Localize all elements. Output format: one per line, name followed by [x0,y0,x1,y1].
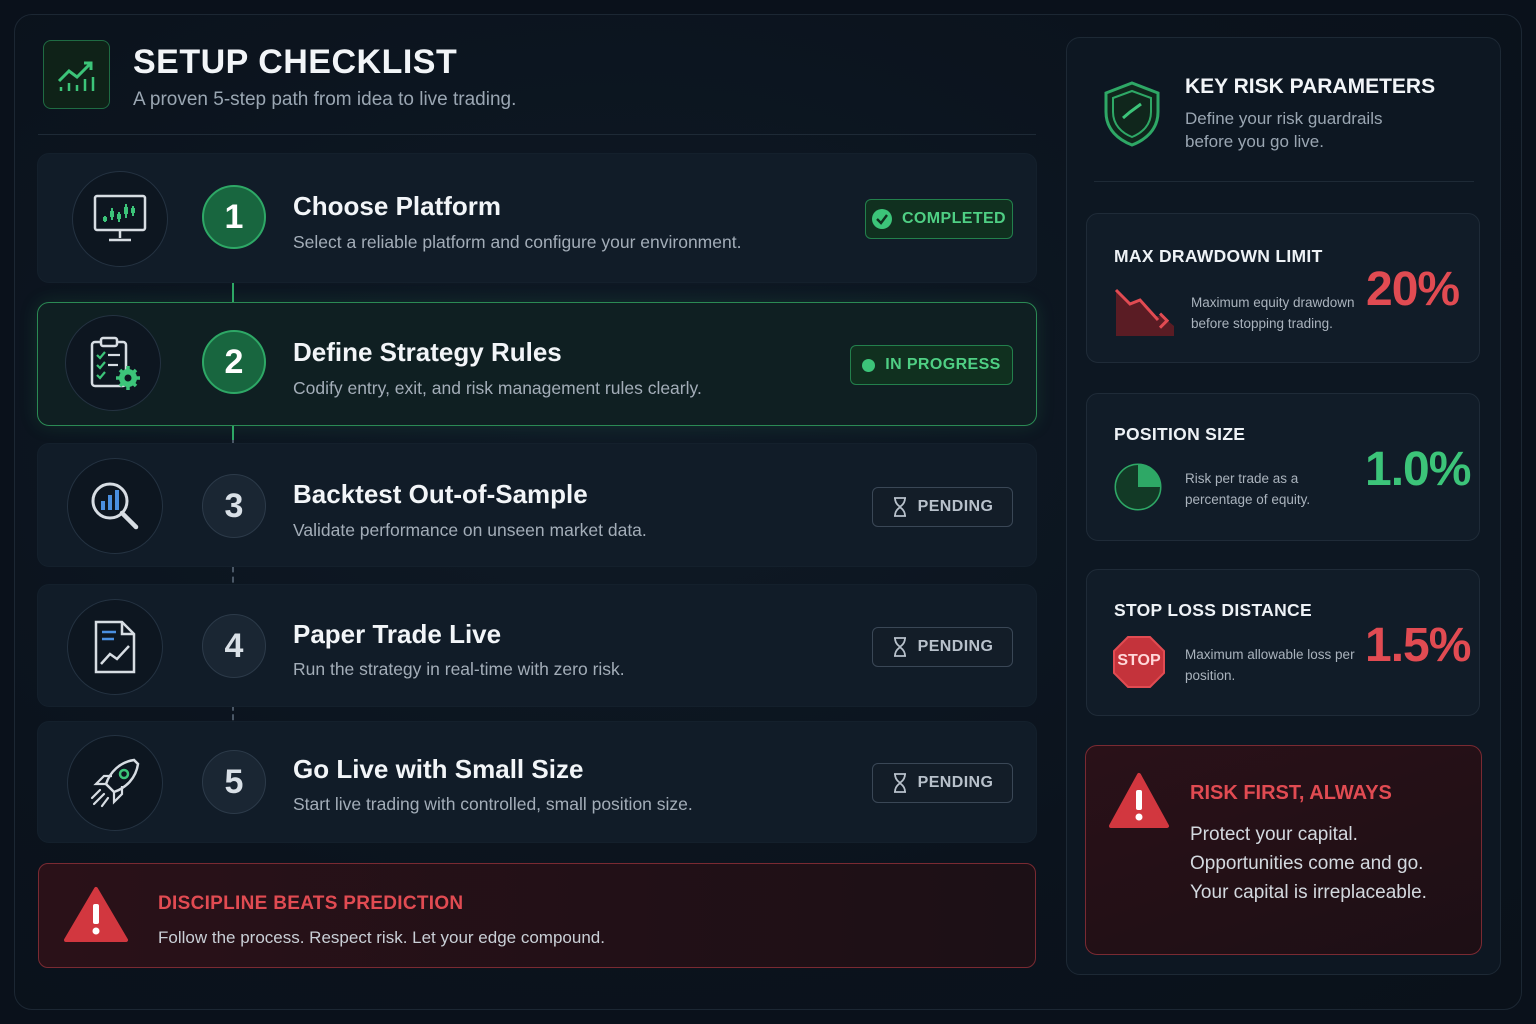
magnifier-chart-icon [67,458,163,554]
stop-sign-icon: STOP [1112,635,1166,689]
stop-loss-card: STOP LOSS DISTANCE STOP Maximum allowabl… [1086,569,1480,716]
pie-chart-icon [1114,463,1162,511]
step-number: 3 [202,474,266,538]
step-card-choose-platform[interactable]: 1 Choose Platform Select a reliable plat… [37,153,1037,283]
card-description: Maximum allowable loss per position. [1185,647,1355,683]
status-badge: PENDING [872,487,1013,527]
risk-first-line: Protect your capital. [1190,824,1358,845]
risk-first-alert: RISK FIRST, ALWAYS Protect your capital.… [1085,745,1482,955]
rocket-icon [67,735,163,831]
card-description: Risk per trade as a percentage of equity… [1185,471,1311,507]
status-badge: IN PROGRESS [850,345,1013,385]
document-chart-icon [67,599,163,695]
status-label: PENDING [917,774,994,791]
alert-title: DISCIPLINE BEATS PREDICTION [158,893,464,914]
step-title: Choose Platform [293,191,502,221]
risk-first-title: RISK FIRST, ALWAYS [1190,782,1392,804]
step-description: Validate performance on unseen market da… [293,520,647,540]
risk-panel-title: KEY RISK PARAMETERS [1185,75,1436,98]
risk-first-line: Your capital is irreplaceable. [1190,882,1427,903]
step-card-go-live[interactable]: 5 Go Live with Small Size Start live tra… [37,721,1037,843]
status-label: IN PROGRESS [885,356,1001,373]
step-title: Backtest Out-of-Sample [293,479,588,509]
alert-text: Follow the process. Respect risk. Let yo… [158,928,605,947]
discipline-alert: DISCIPLINE BEATS PREDICTION Follow the p… [38,863,1036,968]
step-title: Define Strategy Rules [293,337,562,367]
status-label: COMPLETED [901,210,1007,227]
card-value: 1.5% [1365,619,1471,672]
page-title: SETUP CHECKLIST [133,43,458,81]
step-number: 2 [202,330,266,394]
status-label: PENDING [917,498,994,515]
card-value: 20% [1366,263,1460,316]
step-number: 4 [202,614,266,678]
step-description: Select a reliable platform and configure… [293,232,742,252]
warning-triangle-icon [1109,773,1169,828]
hourglass-icon [893,497,906,517]
status-badge: PENDING [872,763,1013,803]
step-title: Paper Trade Live [293,619,502,649]
step-card-paper-trade[interactable]: 4 Paper Trade Live Run the strategy in r… [37,584,1037,707]
card-title: MAX DRAWDOWN LIMIT [1114,246,1323,266]
risk-panel-divider [1094,181,1474,182]
monitor-chart-icon [72,171,168,267]
card-value: 1.0% [1365,443,1471,496]
status-dot-icon [862,358,876,372]
step-description: Start live trading with controlled, smal… [293,794,693,814]
stop-sign-label: STOP [1117,652,1161,669]
header-divider [38,134,1036,135]
trend-down-icon [1114,288,1174,336]
step-description: Codify entry, exit, and risk management … [293,378,702,398]
hourglass-icon [893,637,906,657]
step-title: Go Live with Small Size [293,754,584,784]
step-card-define-strategy[interactable]: 2 Define Strategy Rules Codify entry, ex… [37,302,1037,426]
card-title: STOP LOSS DISTANCE [1114,600,1312,620]
step-description: Run the strategy in real-time with zero … [293,659,625,679]
warning-triangle-icon [64,887,128,942]
risk-first-line: Opportunities come and go. [1190,853,1424,874]
status-badge: PENDING [872,627,1013,667]
step-card-backtest[interactable]: 3 Backtest Out-of-Sample Validate perfor… [37,443,1037,567]
status-label: PENDING [917,638,994,655]
status-badge: COMPLETED [865,199,1013,239]
shield-check-icon [1104,81,1160,147]
step-number: 1 [202,185,266,249]
position-size-card: POSITION SIZE Risk per trade as a percen… [1086,393,1480,541]
clipboard-gear-icon [65,315,161,411]
step-number: 5 [202,750,266,814]
max-drawdown-card: MAX DRAWDOWN LIMIT Maximum equity drawdo… [1086,213,1480,363]
page-subtitle: A proven 5-step path from idea to live t… [133,89,517,110]
card-description: Maximum equity drawdown before stopping … [1191,295,1355,331]
hourglass-icon [893,773,906,793]
check-circle-icon [871,209,892,229]
card-title: POSITION SIZE [1114,424,1246,444]
chart-trend-up-icon [43,40,110,109]
risk-panel-subtitle: Define your risk guardrails before you g… [1185,109,1383,151]
